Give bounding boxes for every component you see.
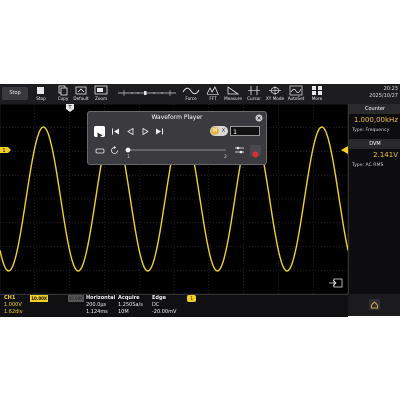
first-frame-icon[interactable] [110, 126, 121, 137]
autoset-button[interactable]: AutoSet [285, 84, 307, 104]
counter-type: Type: Frequency [352, 128, 390, 133]
home-button[interactable] [348, 294, 400, 316]
home-icon [369, 299, 380, 310]
stop-button[interactable]: Stop [30, 84, 52, 104]
ch1-status[interactable]: CH1 10.00X 1.000V 1.62div [4, 295, 48, 317]
ch1-marker-text: 1 [2, 148, 5, 154]
trigger-level-marker[interactable] [341, 146, 348, 154]
trigger-source-badge: 1 [187, 295, 196, 302]
ch1-probe: 10.00X [30, 295, 48, 302]
slider-start-label: 1 [127, 155, 130, 160]
trigger-level: -20.00mV [152, 309, 177, 315]
status-bar: CH1 10.00X 1.000V 1.62div 10.00X Horizont… [0, 294, 348, 317]
cursor-button[interactable]: Cursor [243, 84, 265, 104]
slider-end-label: 2 [224, 155, 227, 160]
trigger-position-strip[interactable] [116, 86, 178, 100]
default-icon [75, 86, 87, 95]
toolbar-label: XY Mode [265, 96, 285, 101]
ch1-offset: 1.62div [4, 309, 23, 315]
datetime: 20:23 2025/10/27 [358, 86, 398, 100]
autoset-icon [289, 85, 303, 96]
trigger-position-marker: T [66, 104, 74, 112]
counter-value: 1.000,00kHz [353, 116, 398, 124]
record-button[interactable] [250, 145, 261, 158]
dvm-type: Type: AC RMS [352, 163, 384, 168]
oscilloscope-screen: Stop Stop Copy Default Zoom Force FFT Me… [0, 84, 400, 317]
play-icon [97, 132, 103, 139]
force-icon [182, 87, 200, 95]
run-state-button[interactable]: Stop [2, 87, 28, 100]
dvm-header[interactable]: DVM [349, 139, 400, 149]
top-toolbar: Stop Stop Copy Default Zoom Force FFT Me… [0, 84, 400, 105]
toolbar-label: Default [73, 96, 89, 101]
frame-count-input[interactable]: 1 [230, 126, 260, 136]
ch1-scale: 1.000V [4, 302, 22, 308]
toolbar-label: More [311, 96, 323, 101]
stop-icon [37, 87, 44, 94]
cursor-icon [248, 86, 260, 95]
more-button[interactable]: More [306, 84, 328, 104]
dvm-value: 2.141V [373, 151, 398, 159]
clock-time: 20:23 [383, 86, 398, 92]
waveform-player-dialog: Waveform Player M X 1 1 2 [87, 111, 267, 165]
acquire-status[interactable]: Acquire 1.250Sa/s 10M [118, 295, 150, 317]
acquire-depth: 10M [118, 309, 129, 315]
trigger-status[interactable]: Edge 1 DC -20.00mV [152, 295, 196, 317]
measure-icon [227, 86, 240, 95]
toolbar-label: Zoom [94, 96, 108, 101]
fft-button[interactable]: FFT [202, 84, 224, 104]
acquire-rate: 1.250Sa/s [118, 302, 143, 308]
mx-toggle[interactable]: M X [210, 126, 228, 136]
toolbar-label: FFT [209, 96, 217, 101]
mx-label-x: X [221, 128, 226, 134]
xy-mode-button[interactable]: XY Mode [264, 84, 286, 104]
horizontal-status[interactable]: Horizontal 200.0μs 1.124ms [86, 295, 116, 317]
toolbar-label: Cursor [247, 96, 261, 101]
more-icon [312, 86, 322, 95]
toolbar-label: AutoSet [287, 96, 305, 101]
loop-icon[interactable] [94, 145, 106, 156]
horizontal-scale: 200.0μs [86, 302, 107, 308]
frame-slider[interactable] [124, 143, 230, 157]
toolbar-label: Measure [224, 96, 242, 101]
default-button[interactable]: Default [70, 84, 92, 104]
counter-header[interactable]: Counter [349, 104, 400, 114]
trigger-name: Edge [152, 295, 166, 301]
close-icon[interactable] [255, 114, 263, 122]
toolbar-label: Stop [36, 96, 46, 101]
acquire-name: Acquire [118, 295, 140, 301]
ch2-status[interactable]: 10.00X [50, 295, 84, 317]
next-frame-icon[interactable] [140, 126, 151, 137]
record-icon [252, 151, 259, 158]
previous-frame-icon[interactable] [125, 126, 136, 137]
last-frame-icon[interactable] [154, 126, 165, 137]
refresh-icon[interactable] [109, 145, 120, 156]
toolbar-label: Force [185, 96, 197, 101]
horizontal-name: Horizontal [86, 295, 116, 301]
player-title: Waveform Player [151, 114, 203, 121]
measure-button[interactable]: Measure [222, 84, 244, 104]
ch1-level-marker[interactable]: 1 [0, 147, 11, 154]
measurement-panel: Counter 1.000,00kHz Type: Frequency DVM … [348, 104, 400, 316]
force-button[interactable]: Force [180, 84, 202, 104]
trigger-coupling: DC [152, 302, 160, 308]
mx-label-m: M [211, 127, 219, 135]
xy-mode-icon [269, 86, 281, 95]
fft-icon [206, 86, 219, 95]
zoom-button[interactable]: Zoom [90, 84, 112, 104]
ch2-probe: 10.00X [67, 295, 84, 302]
play-button[interactable] [94, 126, 105, 139]
settings-icon[interactable] [234, 145, 245, 156]
zoom-icon [94, 85, 108, 95]
horizontal-offset: 1.124ms [86, 309, 108, 315]
exit-icon[interactable] [329, 278, 343, 288]
ch1-name: CH1 [4, 295, 16, 301]
clock-date: 2025/10/27 [369, 93, 398, 99]
